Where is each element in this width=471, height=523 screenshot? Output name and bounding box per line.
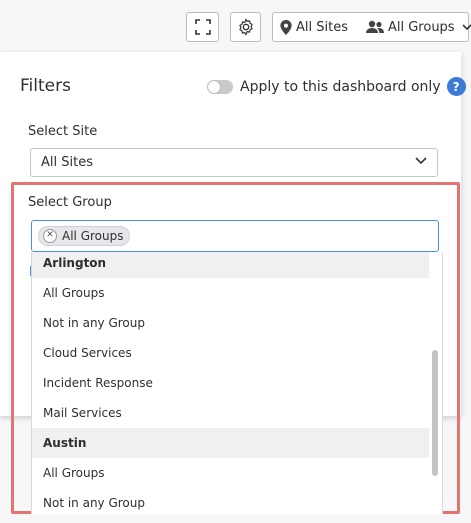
group-dropdown-list[interactable]: Arlington All Groups Not in any Group Cl… xyxy=(31,252,443,514)
select-group-label: Select Group xyxy=(28,195,112,210)
dropdown-group-header: Austin xyxy=(32,428,429,458)
dropdown-option[interactable]: Not in any Group xyxy=(32,488,429,514)
site-select[interactable]: All Sites xyxy=(30,148,438,177)
sites-selector[interactable]: All Sites xyxy=(280,19,348,35)
dropdown-option[interactable]: Incident Response xyxy=(32,368,429,398)
group-select-input[interactable]: ✕ All Groups xyxy=(31,220,439,252)
users-icon xyxy=(365,20,384,33)
groups-selector[interactable]: All Groups xyxy=(365,19,471,35)
gear-icon xyxy=(238,18,253,36)
select-site-label: Select Site xyxy=(28,124,98,139)
dropdown-option[interactable]: Mail Services xyxy=(32,398,429,428)
chevron-down-icon xyxy=(462,23,471,30)
expand-icon xyxy=(194,19,211,35)
help-icon[interactable]: ? xyxy=(446,77,466,96)
toggle-knob xyxy=(208,80,220,93)
settings-button[interactable] xyxy=(230,12,261,42)
groups-label: All Groups xyxy=(387,19,455,35)
group-chip-label: All Groups xyxy=(62,229,124,243)
dropdown-group-header: Arlington xyxy=(32,252,429,278)
expand-button[interactable] xyxy=(186,12,219,42)
sites-label: All Sites xyxy=(296,19,348,35)
top-toolbar: All Sites All Groups xyxy=(0,0,471,52)
dashboard-only-toggle-row: Apply to this dashboard only ? xyxy=(207,77,466,96)
panel-title: Filters xyxy=(20,76,71,96)
dropdown-option[interactable]: All Groups xyxy=(32,278,429,308)
dropdown-option[interactable]: All Groups xyxy=(32,458,429,488)
site-group-selector[interactable]: All Sites All Groups xyxy=(272,12,471,42)
chip-remove-icon[interactable]: ✕ xyxy=(43,229,57,243)
dropdown-option[interactable]: Cloud Services xyxy=(32,338,429,368)
dashboard-only-toggle[interactable] xyxy=(207,79,233,94)
toggle-label: Apply to this dashboard only xyxy=(240,78,441,95)
chevron-down-icon xyxy=(415,157,427,165)
location-pin-icon xyxy=(280,19,292,35)
group-chip: ✕ All Groups xyxy=(38,226,131,246)
dropdown-option[interactable]: Not in any Group xyxy=(32,308,429,338)
dropdown-scrollbar-thumb[interactable] xyxy=(432,350,438,476)
site-select-value: All Sites xyxy=(41,155,93,170)
